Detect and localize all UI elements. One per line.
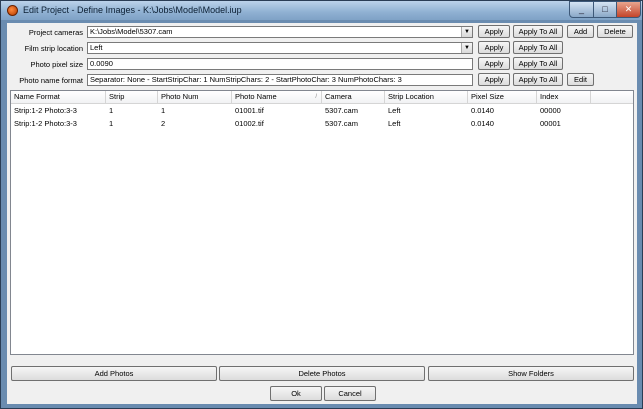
film-strip-value: Left: [90, 43, 103, 52]
delete-camera-button[interactable]: Delete: [597, 25, 633, 38]
cell-camera: 5307.cam: [325, 119, 358, 128]
cell-pixel-size: 0.0140: [471, 119, 494, 128]
name-format-input[interactable]: Separator: None - StartStripChar: 1 NumS…: [87, 74, 473, 86]
column-header-strip[interactable]: Strip: [106, 91, 158, 103]
cell-name-format: Strip:1-2 Photo:3-3: [14, 119, 77, 128]
chevron-down-icon[interactable]: ▼: [461, 43, 472, 53]
cell-photo-num: 1: [161, 106, 166, 115]
dialog-client-area: Project cameras K:\Jobs\Model\5307.cam ▼…: [7, 23, 637, 404]
list-header: Name Format Strip Photo Num Photo Name /…: [11, 91, 633, 104]
maximize-button[interactable]: □: [593, 1, 617, 18]
cancel-button[interactable]: Cancel: [324, 386, 376, 401]
title-bar[interactable]: Edit Project - Define Images - K:\Jobs\M…: [1, 1, 642, 20]
project-cameras-apply-all-button[interactable]: Apply To All: [513, 25, 563, 38]
cell-camera: 5307.cam: [325, 106, 358, 115]
cell-name-format: Strip:1-2 Photo:3-3: [14, 106, 77, 115]
window-title: Edit Project - Define Images - K:\Jobs\M…: [23, 5, 242, 15]
column-header-photo-num[interactable]: Photo Num: [158, 91, 232, 103]
film-strip-label: Film strip location: [24, 44, 83, 53]
delete-photos-button[interactable]: Delete Photos: [219, 366, 425, 381]
add-photos-button[interactable]: Add Photos: [11, 366, 217, 381]
app-orb-icon[interactable]: [7, 5, 18, 16]
chevron-down-icon[interactable]: ▼: [461, 27, 472, 37]
name-format-apply-button[interactable]: Apply: [478, 73, 510, 86]
cell-strip: 1: [109, 119, 114, 128]
add-camera-button[interactable]: Add: [567, 25, 594, 38]
list-row[interactable]: Strip:1-2 Photo:3-3 1 2 01002.tif 5307.c…: [11, 118, 633, 130]
ok-button[interactable]: Ok: [270, 386, 322, 401]
film-strip-apply-all-button[interactable]: Apply To All: [513, 41, 563, 54]
cell-strip-location: Left: [388, 119, 401, 128]
pixel-size-apply-all-button[interactable]: Apply To All: [513, 57, 563, 70]
photo-name-header-label: Photo Name: [235, 92, 277, 101]
cell-index: 00001: [540, 119, 561, 128]
cell-index: 00000: [540, 106, 561, 115]
name-format-label: Photo name format: [19, 76, 83, 85]
cell-strip: 1: [109, 106, 114, 115]
cell-strip-location: Left: [388, 106, 401, 115]
cell-photo-name: 01001.tif: [235, 106, 264, 115]
column-header-name-format[interactable]: Name Format: [11, 91, 106, 103]
name-format-edit-button[interactable]: Edit: [567, 73, 594, 86]
show-folders-button[interactable]: Show Folders: [428, 366, 634, 381]
pixel-size-apply-button[interactable]: Apply: [478, 57, 510, 70]
column-header-camera[interactable]: Camera: [322, 91, 385, 103]
film-strip-dropdown[interactable]: Left ▼: [87, 42, 473, 54]
film-strip-apply-button[interactable]: Apply: [478, 41, 510, 54]
cell-pixel-size: 0.0140: [471, 106, 494, 115]
images-list[interactable]: Name Format Strip Photo Num Photo Name /…: [10, 90, 634, 355]
cell-photo-name: 01002.tif: [235, 119, 264, 128]
cell-photo-num: 2: [161, 119, 166, 128]
sort-indicator-icon: /: [315, 94, 317, 100]
edit-project-window: Edit Project - Define Images - K:\Jobs\M…: [0, 0, 643, 409]
column-header-photo-name[interactable]: Photo Name /: [232, 91, 322, 103]
column-header-index[interactable]: Index: [537, 91, 591, 103]
project-cameras-label: Project cameras: [28, 28, 83, 37]
project-cameras-value: K:\Jobs\Model\5307.cam: [90, 27, 173, 36]
column-header-strip-location[interactable]: Strip Location: [385, 91, 468, 103]
minimize-button[interactable]: _: [569, 1, 594, 18]
column-header-pixel-size[interactable]: Pixel Size: [468, 91, 537, 103]
pixel-size-input[interactable]: 0.0090: [87, 58, 473, 70]
project-cameras-apply-button[interactable]: Apply: [478, 25, 510, 38]
name-format-apply-all-button[interactable]: Apply To All: [513, 73, 563, 86]
project-cameras-dropdown[interactable]: K:\Jobs\Model\5307.cam ▼: [87, 26, 473, 38]
pixel-size-label: Photo pixel size: [30, 60, 83, 69]
close-button[interactable]: ✕: [616, 1, 641, 18]
list-row[interactable]: Strip:1-2 Photo:3-3 1 1 01001.tif 5307.c…: [11, 105, 633, 117]
